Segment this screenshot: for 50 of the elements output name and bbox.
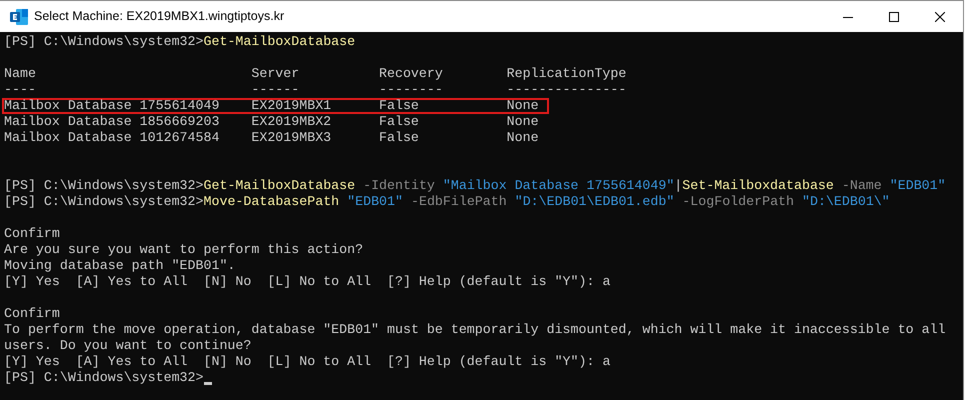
column-rule: ---- (4, 82, 36, 97)
table-cell: False (379, 98, 419, 113)
column-rule: --------------- (506, 82, 626, 97)
string-text: "D:\EDB01\EDB01.edb" (514, 194, 674, 210)
table-cell: EX2019MBX3 (251, 130, 332, 145)
parameter-text: -EdbFilePath (410, 194, 508, 210)
console-text: users. Do you want to continue? (4, 338, 252, 354)
command-text: Get-MailboxDatabase (204, 34, 356, 50)
prompt-text: [PS] C:\Windows\system32> (4, 370, 204, 386)
column-header: Server (251, 66, 300, 81)
table-cell: Mailbox Database 1755614049 (4, 98, 220, 113)
table-cell: None (506, 130, 539, 145)
column-header: Name (4, 66, 36, 81)
exchange-logo-icon (10, 8, 28, 24)
prompt-text: [PS] C:\Windows\system32> (4, 178, 204, 194)
prompt-text: | (674, 178, 682, 194)
command-text: Move-DatabasePath (204, 194, 340, 210)
column-rule: -------- (379, 82, 443, 97)
table-cell: None (506, 114, 539, 129)
prompt-text: [PS] C:\Windows\system32> (4, 194, 204, 210)
string-text: "EDB01" (346, 194, 403, 210)
table-cell: EX2019MBX2 (251, 114, 332, 129)
command-text: Set-Mailboxdatabase (682, 178, 834, 194)
table-cell: Mailbox Database 1856669203 (4, 114, 220, 129)
prompt-text: [PS] C:\Windows\system32> (4, 34, 204, 50)
maximize-icon (889, 12, 899, 22)
parameter-text: -Name (840, 178, 883, 194)
window-title: Select Machine: EX2019MBX1.wingtiptoys.kr (34, 8, 284, 26)
table-cell: False (379, 114, 419, 129)
console-text: Confirm (4, 306, 60, 322)
table-cell: False (379, 130, 419, 145)
column-rule: ------ (251, 82, 300, 97)
column-header: Recovery (379, 66, 443, 81)
console-text: To perform the move operation, database "EDB01" must be temporarily dismounted, which will make it inaccessible to all (4, 322, 946, 338)
console-text: Moving database path "EDB01". (4, 258, 236, 274)
table-cell: EX2019MBX1 (251, 98, 332, 113)
string-text: "D:\EDB01\" (802, 194, 890, 210)
string-text: "Mailbox Database 1755614049" (442, 178, 674, 194)
parameter-text: -Identity (362, 178, 436, 194)
close-icon (935, 12, 945, 22)
console-text: Are you sure you want to perform this action? (4, 242, 364, 258)
console-text: [Y] Yes [A] Yes to All [N] No [L] No to All [?] Help (default is "Y"): a (4, 354, 610, 370)
parameter-text: -LogFolderPath (681, 194, 796, 210)
console-text: [Y] Yes [A] Yes to All [N] No [L] No to All [?] Help (default is "Y"): a (4, 274, 610, 290)
string-text: "EDB01" (890, 178, 946, 194)
table-cell: Mailbox Database 1012674584 (4, 130, 220, 145)
table-cell: None (506, 98, 539, 113)
column-header: ReplicationType (506, 66, 626, 81)
console-text: Confirm (4, 226, 60, 242)
command-text: Get-MailboxDatabase (204, 178, 356, 194)
